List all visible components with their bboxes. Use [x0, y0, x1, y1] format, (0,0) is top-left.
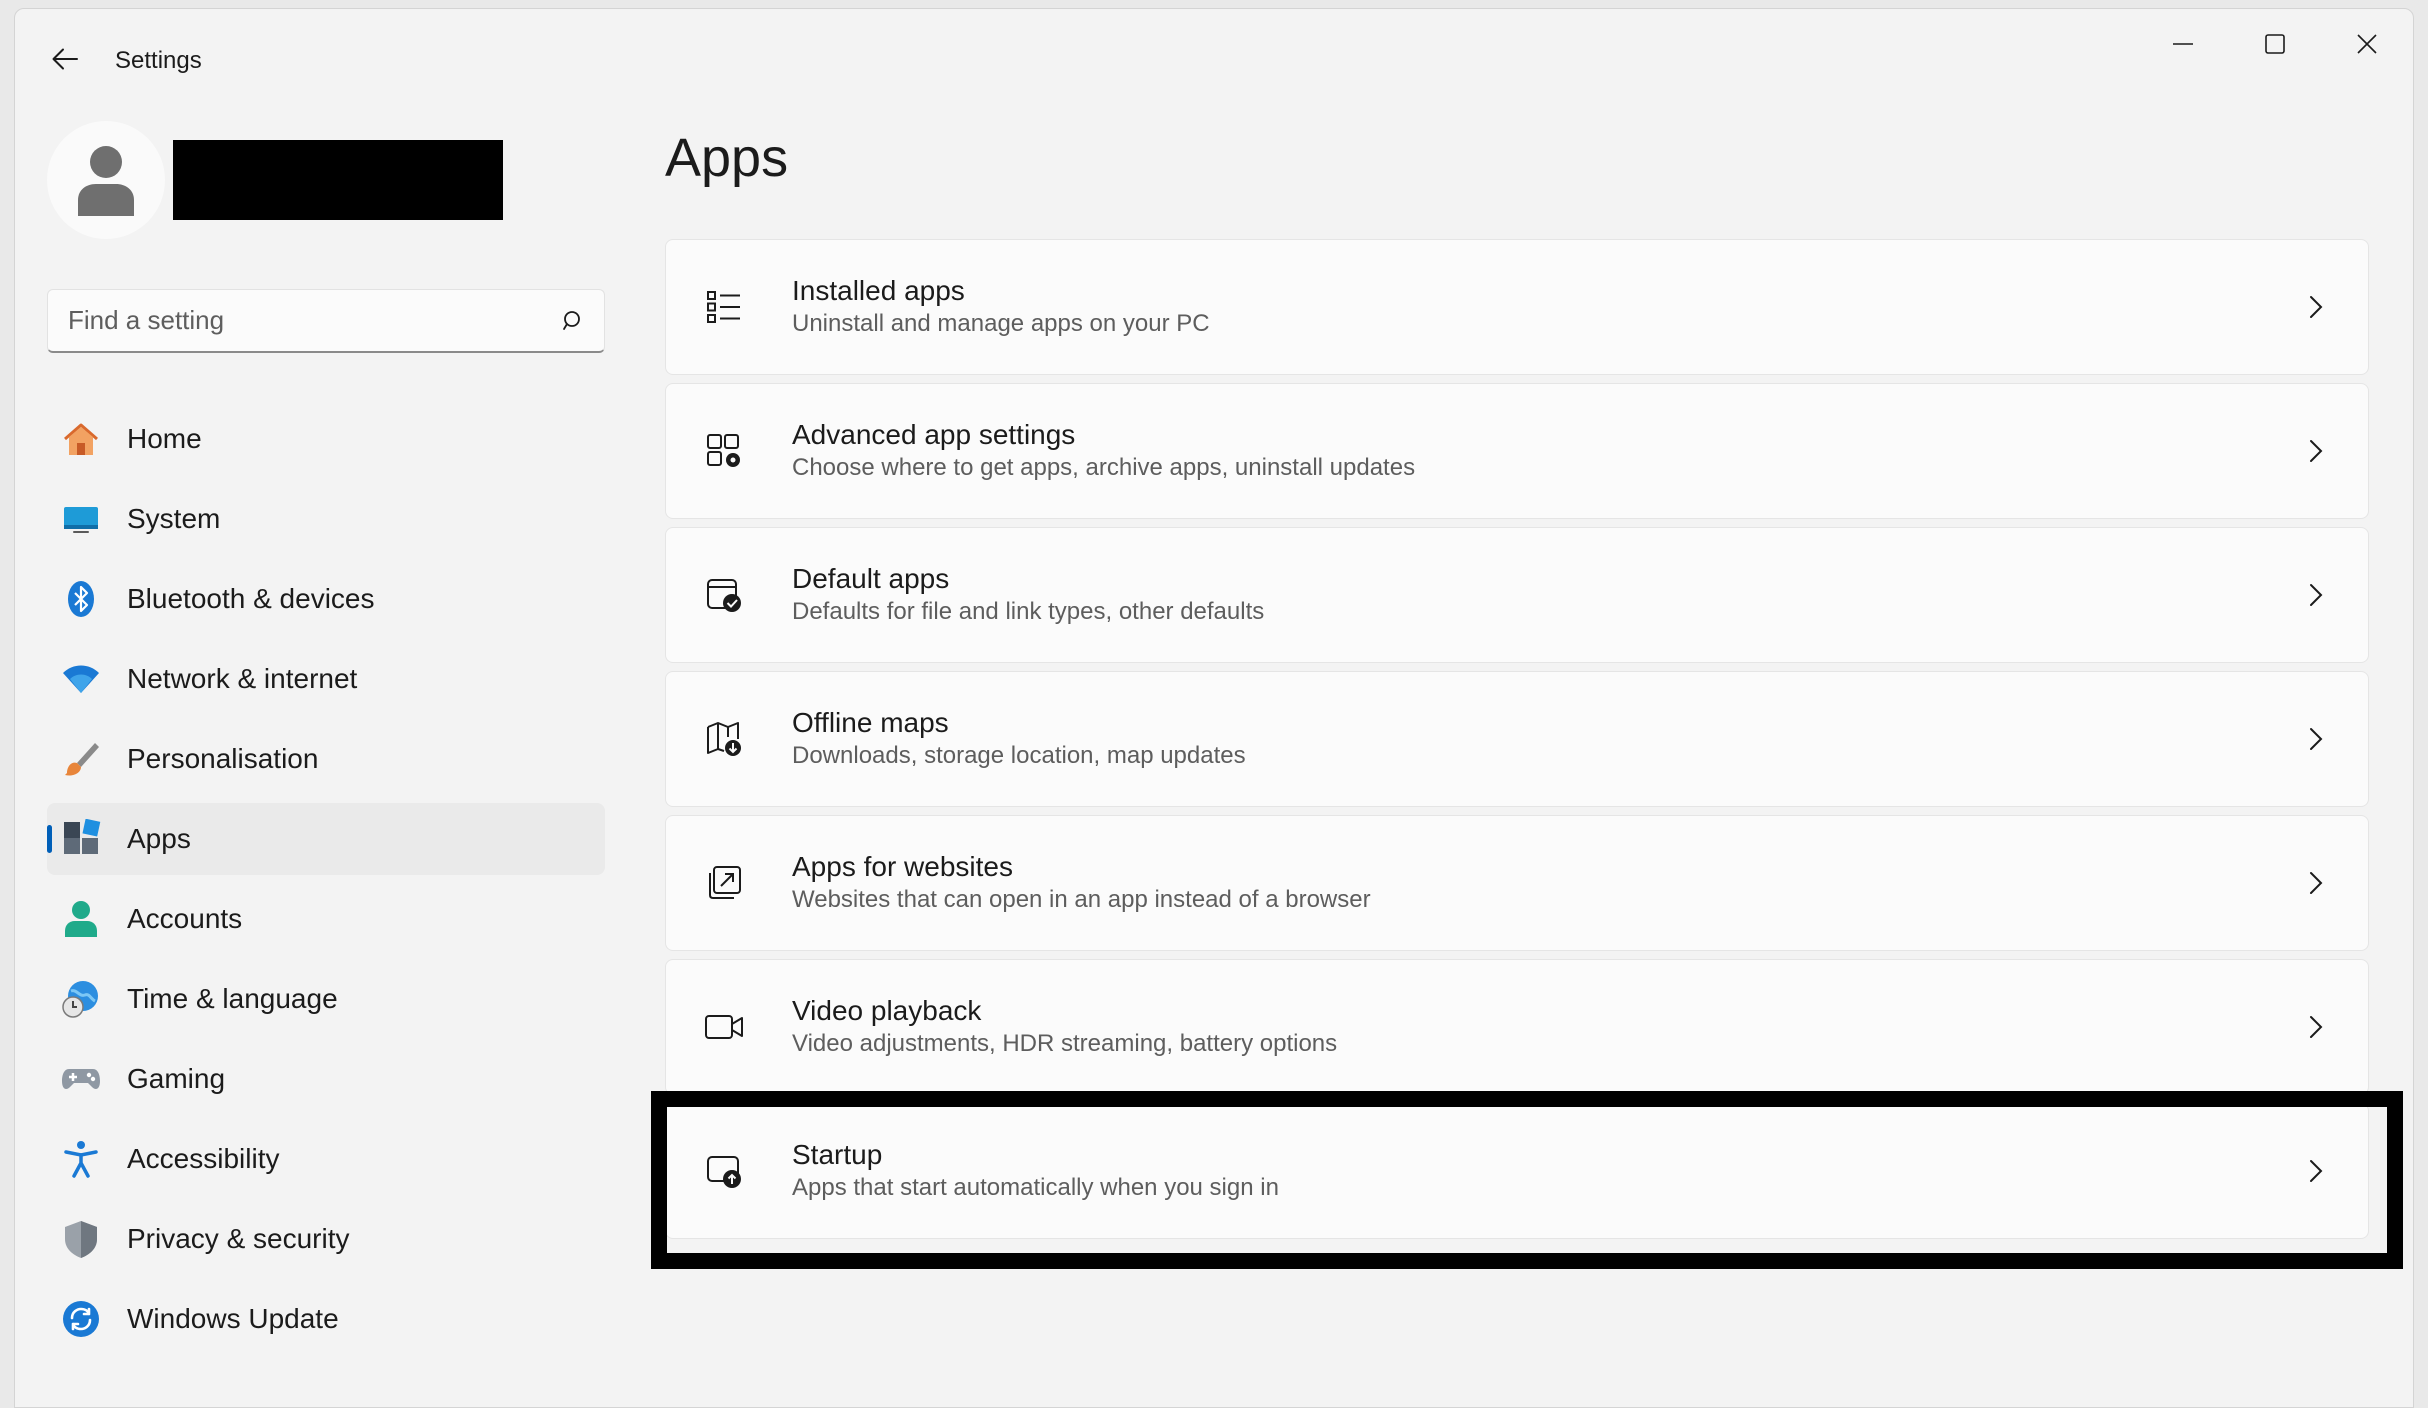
sidebar-item-label: Bluetooth & devices	[127, 583, 375, 614]
wifi-icon	[59, 657, 103, 701]
apps-icon	[59, 817, 103, 861]
startup-icon	[700, 1147, 748, 1195]
open-external-icon	[700, 859, 748, 907]
sidebar-item-home[interactable]: Home	[47, 403, 605, 475]
redacted-user-name	[173, 140, 503, 220]
card-title: Startup	[792, 1139, 883, 1170]
close-button[interactable]	[2321, 9, 2413, 79]
default-apps-icon	[700, 571, 748, 619]
app-title: Settings	[115, 47, 202, 74]
card-subtitle: Choose where to get apps, archive apps, …	[792, 454, 1416, 481]
card-advanced-app-settings[interactable]: Advanced app settings Choose where to ge…	[665, 383, 2369, 519]
sidebar-item-label: Time & language	[127, 983, 338, 1014]
sidebar-item-label: Home	[127, 423, 202, 454]
video-icon	[700, 1003, 748, 1051]
sidebar-item-time-language[interactable]: Time & language	[47, 963, 605, 1035]
map-download-icon	[700, 715, 748, 763]
title-bar: Settings	[15, 9, 2413, 105]
user-profile[interactable]	[47, 121, 503, 239]
brush-icon	[59, 737, 103, 781]
chevron-right-icon	[2298, 433, 2334, 469]
sidebar-item-network[interactable]: Network & internet	[47, 643, 605, 715]
app-settings-icon	[700, 427, 748, 475]
card-title: Offline maps	[792, 707, 949, 738]
card-title: Video playback	[792, 995, 982, 1026]
chevron-right-icon	[2298, 865, 2334, 901]
system-icon	[59, 497, 103, 541]
sidebar-item-gaming[interactable]: Gaming	[47, 1043, 605, 1115]
card-title: Apps for websites	[792, 851, 1013, 882]
bluetooth-icon	[59, 577, 103, 621]
accessibility-icon	[59, 1137, 103, 1181]
globe-clock-icon	[59, 977, 103, 1021]
sidebar-item-label: Personalisation	[127, 743, 319, 774]
sidebar-item-label: Windows Update	[127, 1303, 339, 1334]
sidebar-item-bluetooth[interactable]: Bluetooth & devices	[47, 563, 605, 635]
card-subtitle: Websites that can open in an app instead…	[792, 886, 1371, 913]
card-apps-for-websites[interactable]: Apps for websites Websites that can open…	[665, 815, 2369, 951]
sidebar-item-system[interactable]: System	[47, 483, 605, 555]
card-subtitle: Apps that start automatically when you s…	[792, 1174, 1279, 1201]
card-video-playback[interactable]: Video playback Video adjustments, HDR st…	[665, 959, 2369, 1095]
close-icon	[2357, 34, 2377, 54]
page-title: Apps	[665, 128, 789, 188]
chevron-right-icon	[2298, 721, 2334, 757]
chevron-right-icon	[2298, 289, 2334, 325]
sidebar-nav: Home System Bluetooth & devices Network …	[47, 403, 605, 1363]
card-title: Installed apps	[792, 275, 965, 306]
sidebar-item-label: Network & internet	[127, 663, 358, 694]
sidebar-item-label: System	[127, 503, 221, 534]
sidebar-item-label: Apps	[127, 823, 191, 854]
minimize-button[interactable]	[2137, 9, 2229, 79]
sidebar-item-label: Privacy & security	[127, 1223, 350, 1254]
minimize-icon	[2173, 43, 2193, 45]
card-startup[interactable]: Startup Apps that start automatically wh…	[665, 1103, 2369, 1239]
settings-window: Settings Find a setting Home System Blue…	[14, 8, 2414, 1408]
card-offline-maps[interactable]: Offline maps Downloads, storage location…	[665, 671, 2369, 807]
home-icon	[59, 417, 103, 461]
sidebar-item-personalisation[interactable]: Personalisation	[47, 723, 605, 795]
card-subtitle: Downloads, storage location, map updates	[792, 742, 1246, 769]
search-icon[interactable]	[544, 291, 604, 351]
chevron-right-icon	[2298, 1009, 2334, 1045]
card-subtitle: Uninstall and manage apps on your PC	[792, 310, 1210, 337]
card-title: Default apps	[792, 563, 950, 594]
shield-icon	[59, 1217, 103, 1261]
chevron-right-icon	[2298, 1153, 2334, 1189]
settings-card-list: Installed apps Uninstall and manage apps…	[665, 239, 2369, 1247]
sidebar-item-label: Gaming	[127, 1063, 226, 1094]
search-input[interactable]	[48, 305, 544, 336]
chevron-right-icon	[2298, 577, 2334, 613]
sidebar-item-label: Accessibility	[127, 1143, 280, 1174]
sidebar-item-label: Accounts	[127, 903, 243, 934]
gamepad-icon	[59, 1057, 103, 1101]
list-icon	[700, 283, 748, 331]
sidebar-item-accounts[interactable]: Accounts	[47, 883, 605, 955]
card-subtitle: Video adjustments, HDR streaming, batter…	[792, 1030, 1338, 1057]
sidebar-item-windows-update[interactable]: Windows Update	[47, 1283, 605, 1355]
person-placeholder-icon	[78, 146, 134, 216]
sidebar-item-privacy[interactable]: Privacy & security	[47, 1203, 605, 1275]
back-button[interactable]	[41, 35, 89, 83]
back-arrow-icon	[52, 48, 78, 70]
avatar	[47, 121, 165, 239]
card-subtitle: Defaults for file and link types, other …	[792, 598, 1265, 625]
maximize-icon	[2265, 34, 2285, 54]
person-icon	[59, 897, 103, 941]
search-box[interactable]	[47, 289, 605, 353]
card-default-apps[interactable]: Default apps Defaults for file and link …	[665, 527, 2369, 663]
maximize-button[interactable]	[2229, 9, 2321, 79]
card-installed-apps[interactable]: Installed apps Uninstall and manage apps…	[665, 239, 2369, 375]
update-icon	[59, 1297, 103, 1341]
card-title: Advanced app settings	[792, 419, 1076, 450]
sidebar-item-apps[interactable]: Apps	[47, 803, 605, 875]
sidebar-item-accessibility[interactable]: Accessibility	[47, 1123, 605, 1195]
